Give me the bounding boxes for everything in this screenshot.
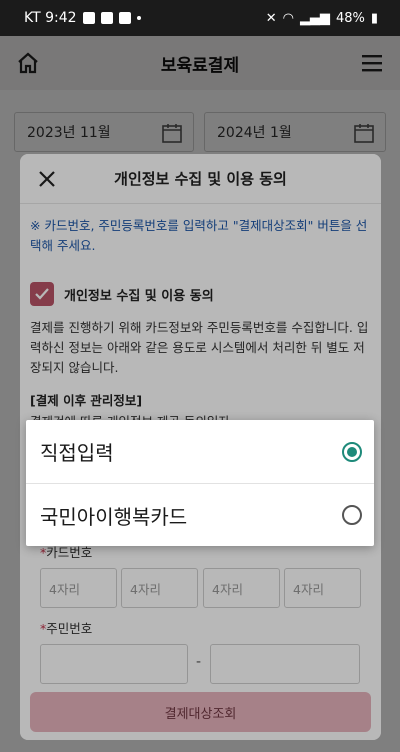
gallery-icon — [100, 12, 113, 24]
mute-icon: ✕ — [265, 10, 277, 26]
picker-option-label: 직접입력 — [40, 441, 114, 465]
more-notifications-icon — [136, 16, 141, 20]
radio-unselected-icon[interactable] — [342, 505, 362, 525]
cloud-icon — [118, 12, 131, 24]
wifi-icon: ◠ — [282, 10, 294, 26]
card-type-picker: 직접입력 국민아이행복카드 — [26, 420, 374, 546]
signal-icon: ▂▄▆ — [299, 10, 330, 26]
notification-icon — [82, 12, 95, 24]
picker-option-direct-input[interactable]: 직접입력 — [26, 420, 374, 483]
battery-icon: ▮ — [370, 10, 378, 26]
picker-option-happy-card[interactable]: 국민아이행복카드 — [26, 483, 374, 546]
battery-level: 48% — [335, 10, 365, 26]
carrier-time: KT 9:42 — [24, 10, 77, 26]
radio-selected-icon[interactable] — [342, 441, 362, 462]
picker-option-label: 국민아이행복카드 — [40, 504, 188, 529]
status-bar: KT 9:42 ✕ ◠ ▂▄▆ 48% ▮ — [0, 0, 400, 36]
